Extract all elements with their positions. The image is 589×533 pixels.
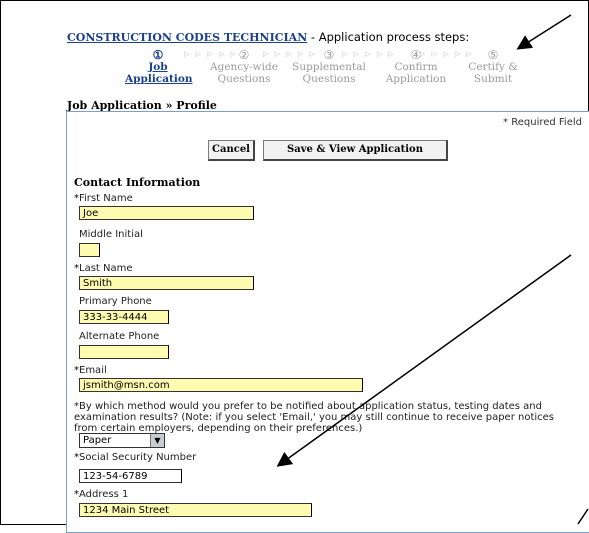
- arrow-to-steps: [516, 14, 572, 50]
- arrow-to-ssn: [276, 254, 572, 467]
- annotation-arrows: [276, 14, 589, 525]
- arrow-to-bottom: [577, 508, 589, 525]
